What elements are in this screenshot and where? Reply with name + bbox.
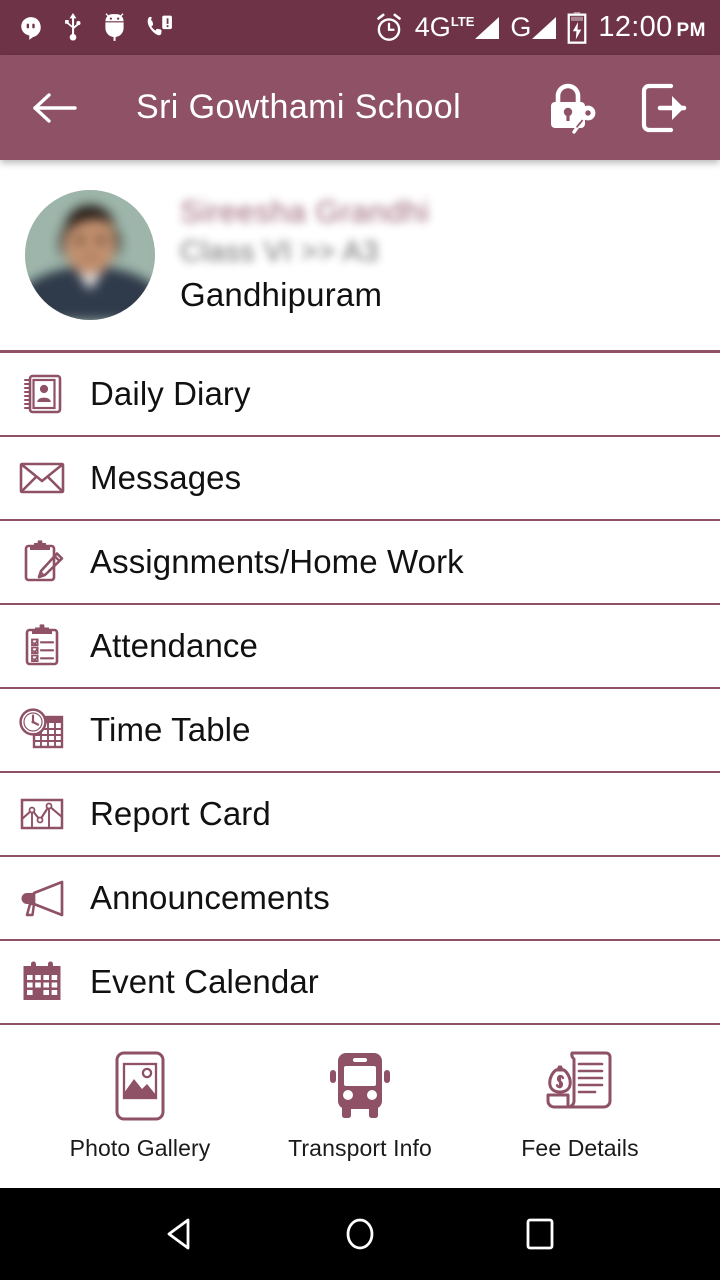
status-bar-right-icons: 4G LTE G 12:00 PM: [374, 11, 706, 44]
student-class: Class VI >> A3: [180, 236, 379, 268]
clock-ampm: PM: [676, 20, 706, 41]
chart-icon: [18, 790, 66, 838]
network-primary-label: 4G: [414, 11, 451, 42]
app-bar: Sri Gowthami School: [0, 55, 720, 160]
photo-gallery-icon: [109, 1049, 171, 1123]
clipboard-pencil-icon: [18, 538, 66, 586]
main-menu-list: Daily Diary Messages Assignments/Home Wo…: [0, 353, 720, 1025]
tab-label: Fee Details: [521, 1135, 639, 1161]
network-primary-sup: LTE: [450, 13, 475, 29]
page-title: Sri Gowthami School: [136, 88, 462, 126]
menu-item-label: Messages: [90, 459, 242, 496]
menu-item-attendance[interactable]: Attendance: [0, 605, 720, 689]
menu-item-report-card[interactable]: Report Card: [0, 773, 720, 857]
clock-calendar-icon: [18, 706, 66, 754]
avatar: [25, 190, 155, 320]
menu-item-announcements[interactable]: Announcements: [0, 857, 720, 941]
missed-call-icon: [145, 14, 173, 42]
menu-item-label: Announcements: [90, 879, 330, 916]
signal-icon-secondary: [532, 17, 557, 40]
usb-icon: [62, 12, 84, 43]
status-bar-left-icons: [18, 12, 173, 43]
student-place: Gandhipuram: [180, 276, 383, 313]
checklist-clipboard-icon: [18, 622, 66, 670]
status-bar: 4G LTE G 12:00 PM: [0, 0, 720, 55]
menu-item-label: Assignments/Home Work: [90, 543, 464, 580]
menu-item-assignments[interactable]: Assignments/Home Work: [0, 521, 720, 605]
phone-screen: 4G LTE G 12:00 PM Sri Gowthami School Si…: [0, 0, 720, 1280]
bottom-tab-bar: Photo Gallery Transport Info Fee Details: [0, 1025, 720, 1188]
tab-label: Transport Info: [288, 1135, 432, 1161]
alarm-icon: [374, 13, 404, 43]
android-nav-bar: [0, 1188, 720, 1280]
menu-item-label: Attendance: [90, 627, 258, 664]
back-arrow-icon[interactable]: [30, 90, 78, 126]
address-book-icon: [18, 370, 66, 418]
lock-key-icon[interactable]: [544, 79, 600, 137]
battery-charging-icon: [567, 11, 587, 44]
menu-item-label: Daily Diary: [90, 375, 251, 412]
nav-back-icon[interactable]: [140, 1213, 220, 1255]
network-g-indicator: G: [510, 11, 557, 42]
signal-icon: [475, 17, 500, 40]
tab-label: Photo Gallery: [69, 1135, 211, 1161]
logout-icon[interactable]: [638, 81, 688, 135]
envelope-icon: [18, 454, 66, 502]
menu-item-label: Report Card: [90, 795, 271, 832]
calendar-icon: [18, 958, 66, 1006]
nav-recents-icon[interactable]: [500, 1213, 580, 1255]
status-bar-clock: 12:00 PM: [598, 11, 706, 43]
profile-text-block: Sireesha Grandhi Class VI >> A3 Gandhipu…: [180, 193, 429, 317]
menu-item-daily-diary[interactable]: Daily Diary: [0, 353, 720, 437]
menu-item-event-calendar[interactable]: Event Calendar: [0, 941, 720, 1025]
megaphone-icon: [18, 874, 66, 922]
network-secondary-label: G: [510, 11, 532, 42]
menu-item-messages[interactable]: Messages: [0, 437, 720, 521]
invoice-money-icon: [542, 1049, 618, 1123]
nav-home-icon[interactable]: [320, 1213, 400, 1255]
tab-photo-gallery[interactable]: Photo Gallery: [50, 1049, 230, 1162]
student-name: Sireesha Grandhi: [180, 194, 430, 229]
bus-icon: [322, 1049, 398, 1123]
app-bar-actions: [544, 79, 698, 137]
menu-item-label: Event Calendar: [90, 963, 319, 1000]
network-4g-lte-indicator: 4G LTE: [414, 11, 500, 42]
android-debug-icon: [102, 12, 127, 43]
menu-item-label: Time Table: [90, 711, 251, 748]
hangouts-icon: [18, 15, 44, 41]
tab-fee-details[interactable]: Fee Details: [490, 1049, 670, 1162]
tab-transport-info[interactable]: Transport Info: [270, 1049, 450, 1162]
student-profile: Sireesha Grandhi Class VI >> A3 Gandhipu…: [0, 160, 720, 350]
menu-item-time-table[interactable]: Time Table: [0, 689, 720, 773]
